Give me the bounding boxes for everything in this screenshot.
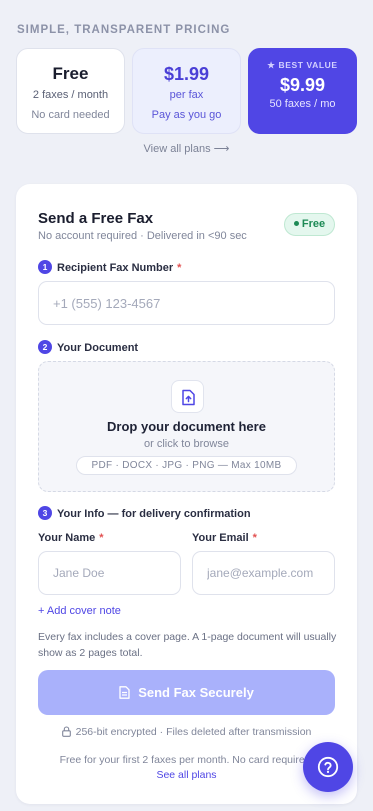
view-all-plans-link[interactable]: View all plans ⟶ — [0, 142, 373, 155]
plan-card-free[interactable]: Free 2 faxes / month No card needed — [16, 48, 125, 134]
required-marker: * — [177, 261, 182, 274]
upload-file-icon — [171, 380, 204, 413]
dropzone-browse-text: or click to browse — [144, 438, 229, 450]
plan-title: Free — [52, 64, 89, 83]
card-title: Send a Free Fax — [38, 210, 154, 227]
lock-icon — [61, 726, 71, 737]
step-number: 3 — [38, 506, 52, 520]
required-marker: * — [252, 532, 257, 544]
step-document-label: 2 Your Document — [38, 340, 139, 357]
help-icon — [317, 756, 339, 778]
best-value-badge: ★ BEST VALUE — [267, 60, 338, 70]
required-marker: * — [99, 532, 104, 544]
pricing-eyebrow: SIMPLE, TRANSPARENT PRICING — [17, 24, 231, 36]
plan-title: $9.99 — [279, 75, 326, 95]
step-info-label: 3 Your Info — for delivery confirmation — [38, 506, 251, 523]
card-subtitle: No account required · Delivered in <90 s… — [38, 230, 247, 242]
status-dot-icon — [293, 220, 299, 226]
dropzone-title: Drop your document here — [107, 419, 266, 434]
plan-card-pay-as-you-go[interactable]: $1.99 per fax Pay as you go — [132, 48, 241, 134]
step-label: Your Document — [57, 341, 139, 354]
email-field-label: Your Email * — [192, 532, 257, 544]
step-number: 1 — [38, 260, 52, 274]
plan-subtitle: per fax — [169, 89, 204, 101]
name-label-text: Your Name — [38, 532, 96, 544]
security-text: 256-bit encrypted · Files deleted after … — [75, 726, 312, 738]
document-dropzone[interactable]: Drop your document here or click to brow… — [38, 361, 335, 492]
add-cover-note-link[interactable]: + Add cover note — [38, 605, 121, 617]
accepted-formats: PDF · DOCX · JPG · PNG — Max 10MB — [76, 456, 297, 475]
email-label-text: Your Email — [192, 532, 249, 544]
security-note: 256-bit encrypted · Files deleted after … — [16, 726, 357, 738]
plan-title: $1.99 — [163, 64, 210, 84]
free-badge-label: Free — [301, 218, 326, 230]
help-button[interactable] — [303, 742, 353, 792]
document-icon — [119, 686, 130, 699]
name-input[interactable] — [38, 551, 181, 595]
step-recipient-label: 1 Recipient Fax Number * — [38, 260, 182, 277]
send-fax-card: Send a Free Fax No account required · De… — [16, 184, 357, 804]
name-field-label: Your Name * — [38, 532, 104, 544]
free-badge: Free — [284, 213, 335, 236]
step-number: 2 — [38, 340, 52, 354]
send-fax-button[interactable]: Send Fax Securely — [38, 670, 335, 715]
email-input[interactable] — [192, 551, 335, 595]
step-label: Recipient Fax Number — [57, 261, 174, 274]
plan-note: Pay as you go — [151, 109, 222, 121]
step-label: Your Info — for delivery confirmation — [57, 507, 251, 520]
send-button-label: Send Fax Securely — [138, 685, 254, 700]
pricing-plans: Free 2 faxes / month No card needed $1.9… — [16, 48, 357, 134]
plan-subtitle: 50 faxes / mo — [269, 98, 336, 110]
plan-card-best-value[interactable]: ★ BEST VALUE $9.99 50 faxes / mo — [248, 48, 357, 134]
cover-page-note: Every fax includes a cover page. A 1-pag… — [38, 631, 337, 659]
plan-subtitle: 2 faxes / month — [32, 89, 109, 101]
plan-note: No card needed — [31, 109, 110, 121]
fax-number-input[interactable] — [38, 281, 335, 325]
